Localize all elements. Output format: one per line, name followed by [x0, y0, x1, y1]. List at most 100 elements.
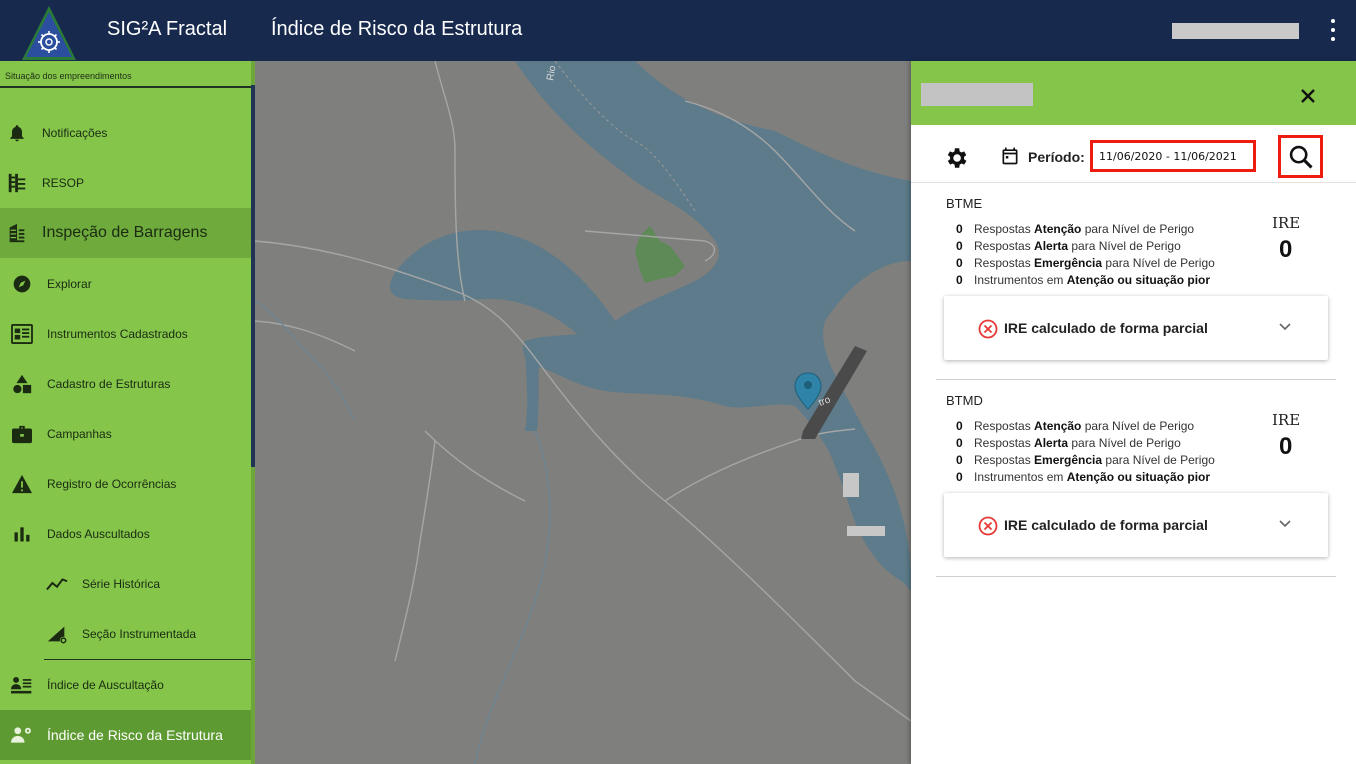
count-value: 0 [956, 470, 963, 484]
sidebar-item-notificacoes[interactable]: Notificações [0, 108, 251, 158]
error-circle-icon [978, 319, 998, 339]
road-south [424, 430, 526, 502]
briefcase-icon [11, 423, 33, 445]
row-text-bold: Emergência [1034, 256, 1103, 270]
row-text: para Nível de Perigo [1068, 239, 1181, 253]
row-text-bold: Emergência [1034, 453, 1103, 467]
structure-name: BTME [946, 196, 983, 211]
ire-partial-accordion[interactable]: IRE calculado de forma parcial [944, 493, 1328, 557]
settings-gear-icon[interactable] [943, 145, 969, 171]
row-text: Respostas [974, 419, 1035, 433]
error-circle-icon [978, 516, 998, 536]
bell-icon [6, 122, 28, 144]
row-text: para Nível de Perigo [1068, 436, 1181, 450]
ire-value: 0 [1279, 236, 1293, 263]
sidebar-item-cadastro-estruturas[interactable]: Cadastro de Estruturas [0, 359, 251, 409]
count-value: 0 [956, 239, 963, 253]
row-text: Instrumentos em [974, 273, 1067, 287]
ire-value: 0 [1279, 433, 1293, 460]
details-panel: Período: BTME 0 Respostas Atenção para N… [911, 61, 1356, 764]
ire-label: IRE [1272, 214, 1301, 232]
sidebar-item-label: Campanhas [47, 427, 112, 441]
sidebar-item-label: Índice de Auscultação [47, 678, 164, 692]
shapes-icon [11, 373, 33, 395]
row-text: para Nível de Perigo [1081, 419, 1195, 433]
sidebar-item-explorar[interactable]: Explorar [0, 259, 251, 309]
sidebar-item-label: Dados Auscultados [47, 527, 150, 541]
section-icon [46, 623, 68, 645]
sidebar-item-label: Explorar [47, 277, 92, 291]
accordion-text: IRE calculado de forma parcial [1004, 517, 1208, 533]
app-title: SIG²A Fractal [107, 18, 228, 40]
row-text-bold: Atenção [1034, 419, 1082, 433]
sidebar-item-label: Notificações [42, 126, 108, 140]
ire-label: IRE [1272, 411, 1301, 429]
sidebar-item-resop[interactable]: RESOP [0, 158, 251, 208]
line-chart-icon [46, 573, 68, 595]
row-text-bold: Alerta [1034, 239, 1069, 253]
reservoir-arm [390, 230, 615, 345]
close-icon[interactable] [1295, 83, 1321, 109]
instruments-icon [11, 323, 33, 345]
row-text: Respostas [974, 239, 1035, 253]
panel-title-redacted [921, 83, 1033, 106]
sidebar-item-label: Seção Instrumentada [82, 627, 197, 641]
sidebar-divider [0, 86, 251, 88]
map-view[interactable]: tro Rio [255, 61, 911, 764]
compass-icon [11, 273, 33, 295]
chevron-down-icon[interactable] [1278, 321, 1292, 333]
sidebar-item-serie-historica[interactable]: Série Histórica [0, 559, 251, 609]
count-value: 0 [956, 256, 963, 270]
sidebar-item-dados-auscultados[interactable]: Dados Auscultados [0, 509, 251, 559]
count-value: 0 [956, 453, 963, 467]
sidebar-item-label: Instrumentos Cadastrados [47, 327, 188, 341]
bar-chart-icon [11, 523, 33, 545]
row-text: para Nível de Perigo [1102, 256, 1215, 270]
sidebar-item-registro-ocorrencias[interactable]: Registro de Ocorrências [0, 459, 251, 509]
row-text: Respostas [974, 436, 1035, 450]
section-divider [936, 379, 1336, 380]
row-text-bold: Atenção ou situação pior [1066, 470, 1211, 484]
row-text-bold: Alerta [1034, 436, 1069, 450]
people-gear-icon [11, 724, 33, 746]
resop-icon [6, 172, 28, 194]
stream-west [255, 300, 356, 422]
user-name-redacted[interactable] [1172, 23, 1299, 39]
top-app-bar: SIG²A Fractal Índice de Risco da Estrutu… [0, 0, 1356, 61]
warning-icon [11, 473, 33, 495]
period-label: Período: [1028, 149, 1085, 165]
sidebar-item-indice-risco-estrutura[interactable]: Índice de Risco da Estrutura [0, 710, 251, 760]
row-text-bold: Atenção [1034, 222, 1082, 236]
accordion-text: IRE calculado de forma parcial [1004, 320, 1208, 336]
chevron-down-icon[interactable] [1278, 518, 1292, 530]
sidebar-item-indice-auscultacao[interactable]: Índice de Auscultação [0, 660, 251, 710]
road-west [255, 320, 356, 352]
search-button[interactable] [1278, 135, 1323, 178]
row-text: Respostas [974, 453, 1035, 467]
sidebar-item-label: Registro de Ocorrências [47, 477, 177, 491]
section-divider [936, 576, 1336, 577]
row-text: Respostas [974, 222, 1035, 236]
ire-partial-accordion[interactable]: IRE calculado de forma parcial [944, 296, 1328, 360]
page-title: Índice de Risco da Estrutura [271, 18, 523, 40]
row-text: Respostas [974, 256, 1035, 270]
count-value: 0 [956, 222, 963, 236]
dam-icon [6, 222, 28, 244]
sidebar-item-campanhas[interactable]: Campanhas [0, 409, 251, 459]
panel-header [911, 61, 1356, 125]
road-sw [394, 440, 436, 662]
stream [474, 430, 551, 764]
row-text: Instrumentos em [974, 470, 1067, 484]
forest-patch [635, 226, 685, 283]
map-canvas[interactable]: tro Rio [255, 61, 911, 764]
sidebar-item-secao-instrumentada[interactable]: Seção Instrumentada [0, 609, 251, 659]
map-redacted-label [847, 526, 885, 536]
sidebar-item-instrumentos[interactable]: Instrumentos Cadastrados [0, 309, 251, 359]
more-vert-icon[interactable] [1326, 19, 1340, 41]
count-value: 0 [956, 419, 963, 433]
sidebar-item-label: Série Histórica [82, 577, 161, 591]
app-logo[interactable] [20, 4, 78, 62]
sidebar-section-inspecao[interactable]: Inspeção de Barragens [0, 208, 251, 258]
row-text: para Nível de Perigo [1081, 222, 1195, 236]
period-date-range-input[interactable] [1090, 140, 1256, 172]
